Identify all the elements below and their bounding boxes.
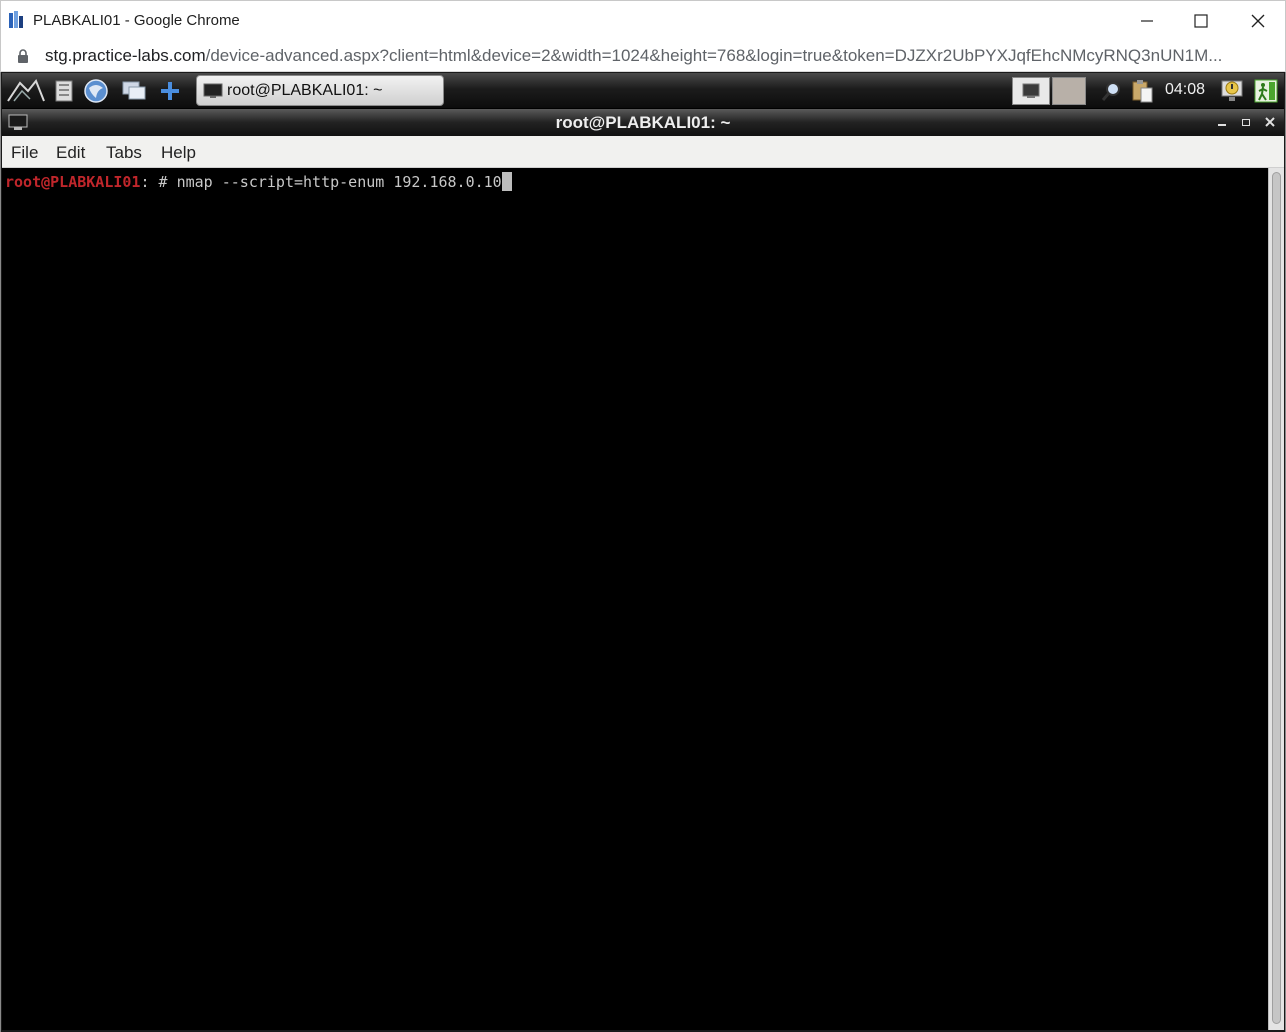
menu-help[interactable]: Help [161,143,196,163]
url-host: stg.practice-labs.com [45,46,206,65]
search-icon[interactable] [1098,77,1126,105]
logout-icon[interactable] [1252,77,1280,105]
practice-labs-icon [9,11,23,28]
close-icon [1251,14,1265,28]
terminal-screen[interactable]: root@PLABKALI01: # nmap --script=http-en… [2,168,1268,1030]
restore-icon [1242,118,1250,126]
file-manager-icon[interactable] [50,77,78,105]
terminal-title: root@PLABKALI01: ~ [555,113,731,132]
maximize-icon [1194,14,1208,28]
kali-dragon-icon[interactable] [6,77,46,105]
terminal-maximize-button[interactable] [1238,115,1254,129]
menu-edit[interactable]: Edit [56,143,85,163]
prompt-user: root@PLABKALI01 [5,173,141,191]
menu-tabs[interactable]: Tabs [106,143,142,163]
add-launcher-icon[interactable] [156,77,184,105]
minimize-icon [1218,124,1226,126]
panel-clock[interactable]: 04:08 [1165,81,1205,99]
close-button[interactable] [1230,1,1286,41]
text-cursor [501,172,512,191]
window-title: PLABKALI01 - Google Chrome [33,12,240,29]
kali-top-panel: root@PLABKALI01: ~ 04:08 [2,73,1284,109]
lock-icon [18,49,28,63]
workspace-2-icon[interactable] [1052,77,1086,105]
prompt-separator: : # [140,173,177,191]
clipboard-icon[interactable] [1128,77,1156,105]
workspace-1-icon[interactable] [1012,77,1050,105]
web-browser-icon[interactable] [82,77,110,105]
update-notifier-icon[interactable] [1218,77,1246,105]
terminal-minimize-button[interactable] [1214,115,1230,129]
terminal-close-button[interactable] [1262,115,1278,129]
terminal-icon [203,83,223,98]
terminal-scrollbar[interactable] [1268,168,1284,1030]
close-icon [1265,117,1275,127]
minimize-button[interactable] [1119,1,1175,41]
taskbar-terminal-button[interactable]: root@PLABKALI01: ~ [196,75,444,106]
command-text: nmap --script=http-enum 192.168.0.10 [176,173,502,191]
menu-file[interactable]: File [11,143,38,163]
url-text[interactable]: stg.practice-labs.com/device-advanced.as… [45,46,1275,66]
maximize-button[interactable] [1173,1,1229,41]
browser-title-bar: PLABKALI01 - Google Chrome [0,0,1286,40]
address-bar[interactable]: stg.practice-labs.com/device-advanced.as… [0,40,1286,72]
terminal-menu-bar: File Edit Tabs Help [2,136,1284,168]
taskbar-terminal-label: root@PLABKALI01: ~ [227,82,383,99]
show-desktop-icon[interactable] [120,77,148,105]
scrollbar-thumb[interactable] [1272,172,1281,1024]
terminal-title-bar[interactable]: root@PLABKALI01: ~ [2,109,1284,136]
minimize-icon [1141,20,1153,22]
terminal-command-line: root@PLABKALI01: # nmap --script=http-en… [5,172,512,191]
url-path: /device-advanced.aspx?client=html&device… [205,46,1223,65]
